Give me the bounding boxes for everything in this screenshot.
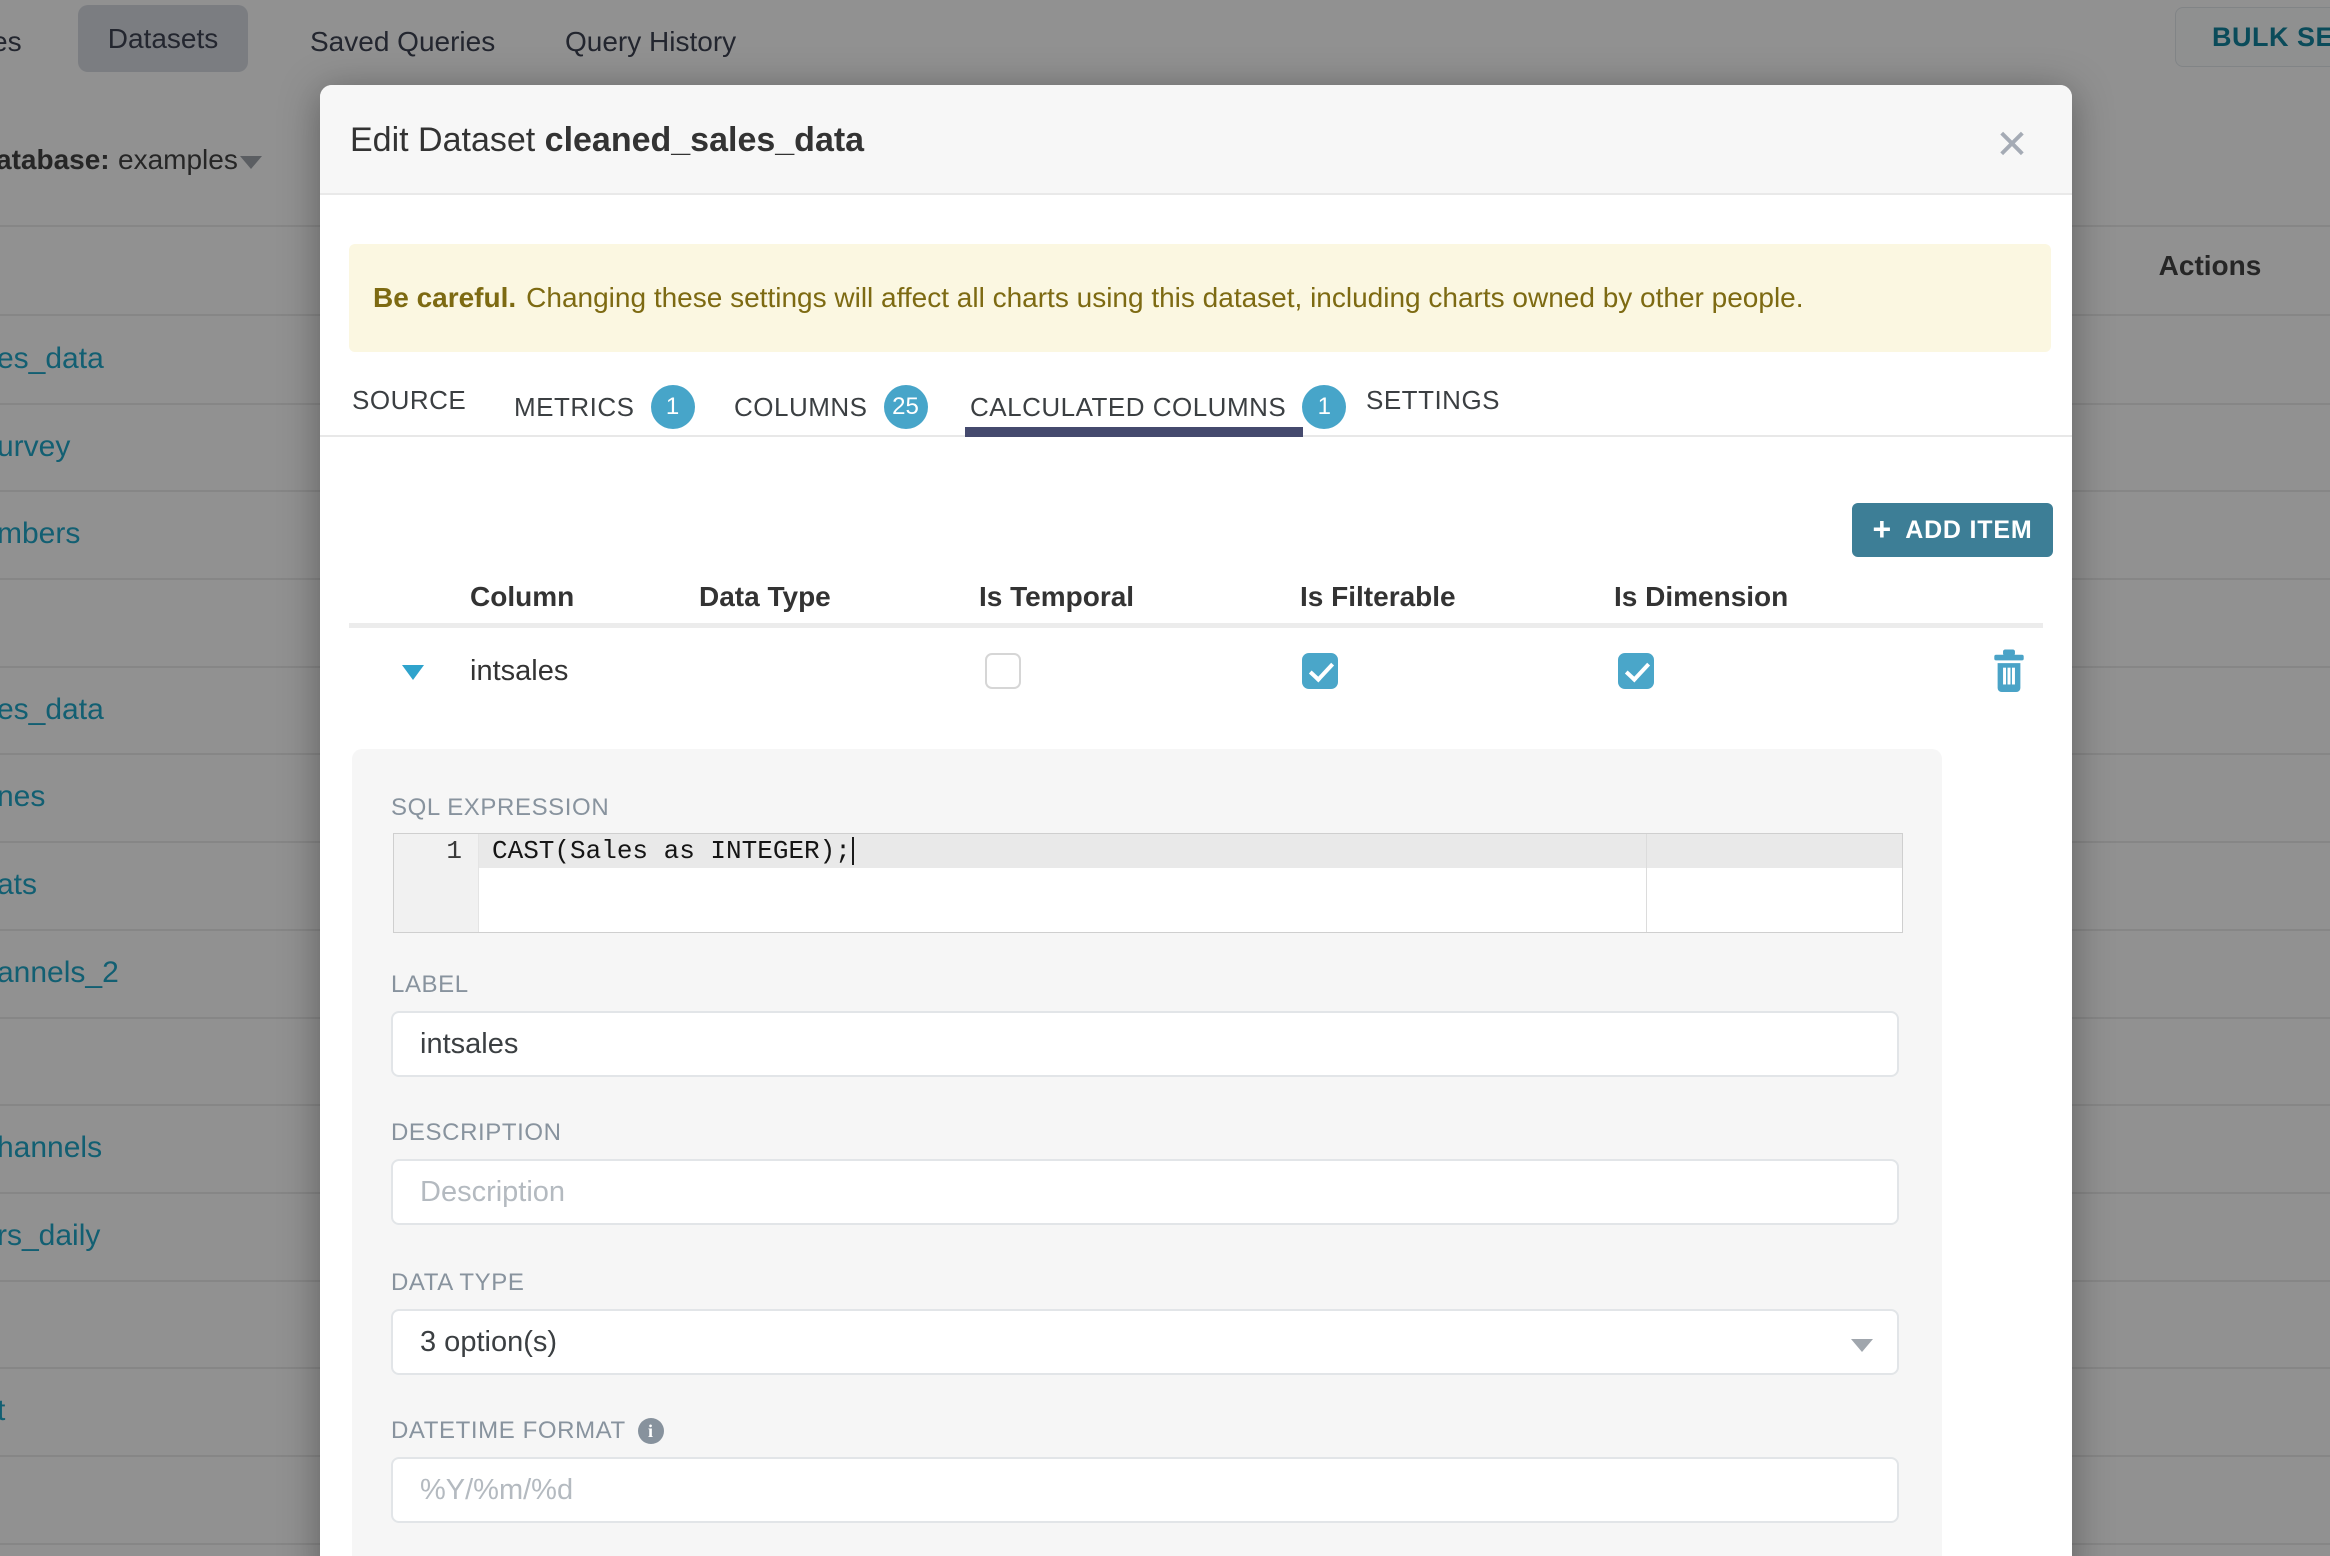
column-name: intsales bbox=[470, 655, 569, 687]
delete-icon[interactable] bbox=[1988, 647, 2030, 695]
modal-title: Edit Dataset cleaned_sales_data bbox=[350, 121, 864, 160]
sql-expression-label: SQL EXPRESSION bbox=[391, 794, 610, 821]
metrics-count-badge: 1 bbox=[650, 385, 695, 429]
col-header-is-filterable: Is Filterable bbox=[1300, 581, 1456, 612]
close-icon[interactable]: ✕ bbox=[1982, 115, 2042, 175]
tab-metrics[interactable]: METRICS 1 bbox=[514, 385, 695, 429]
add-item-button[interactable]: + ADD ITEM bbox=[1852, 503, 2053, 557]
datetime-format-field-label: DATETIME FORMAT i bbox=[391, 1417, 664, 1445]
label-input-value: intsales bbox=[420, 1027, 519, 1060]
label-input[interactable]: intsales bbox=[391, 1011, 1899, 1077]
plus-icon: + bbox=[1872, 510, 1892, 547]
sql-editor[interactable]: 1 CAST(Sales as INTEGER); bbox=[393, 833, 1903, 933]
tab-source[interactable]: SOURCE bbox=[352, 385, 466, 416]
editor-line-number: 1 bbox=[446, 836, 462, 866]
data-type-field-label: DATA TYPE bbox=[391, 1269, 525, 1296]
modal-header: Edit Dataset cleaned_sales_data ✕ bbox=[320, 85, 2072, 195]
screen: es Datasets Saved Queries Query History … bbox=[0, 0, 2330, 1556]
calculated-column-detail-panel: SQL EXPRESSION 1 CAST(Sales as INTEGER);… bbox=[352, 749, 1942, 1556]
modal-title-prefix: Edit Dataset bbox=[350, 121, 545, 159]
active-tab-indicator bbox=[965, 427, 1303, 437]
tab-calculated-columns[interactable]: CALCULATED COLUMNS 1 bbox=[970, 385, 1347, 429]
tab-settings-label: SETTINGS bbox=[1366, 385, 1501, 415]
tab-columns-label: COLUMNS bbox=[734, 391, 868, 422]
is-dimension-checkbox[interactable] bbox=[1618, 653, 1654, 689]
description-field-label: DESCRIPTION bbox=[391, 1119, 562, 1146]
editor-print-margin bbox=[1646, 834, 1647, 932]
col-header-is-dimension: Is Dimension bbox=[1614, 581, 1789, 612]
add-item-label: ADD ITEM bbox=[1905, 515, 2033, 544]
columns-count-badge: 25 bbox=[883, 385, 928, 429]
tab-metrics-label: METRICS bbox=[514, 391, 635, 422]
warning-text: Changing these settings will affect all … bbox=[526, 282, 1804, 313]
text-cursor bbox=[851, 837, 854, 866]
warning-bold: Be careful. bbox=[373, 282, 517, 313]
tab-settings[interactable]: SETTINGS bbox=[1366, 385, 1500, 416]
col-header-data-type: Data Type bbox=[699, 581, 831, 612]
chevron-down-icon bbox=[1851, 1339, 1873, 1352]
is-filterable-checkbox[interactable] bbox=[1302, 653, 1338, 689]
data-type-select[interactable]: 3 option(s) bbox=[391, 1309, 1899, 1375]
datetime-format-label-text: DATETIME FORMAT bbox=[391, 1417, 626, 1444]
modal-title-dataset-name: cleaned_sales_data bbox=[544, 121, 865, 159]
description-input[interactable]: Description bbox=[391, 1159, 1899, 1225]
warning-banner: Be careful. Changing these settings will… bbox=[349, 244, 2051, 352]
info-icon[interactable]: i bbox=[637, 1418, 664, 1444]
calculated-columns-count-badge: 1 bbox=[1302, 385, 1347, 429]
is-temporal-checkbox[interactable] bbox=[985, 653, 1021, 689]
datetime-format-placeholder: %Y/%m/%d bbox=[420, 1473, 574, 1506]
datetime-format-input[interactable]: %Y/%m/%d bbox=[391, 1457, 1899, 1523]
collapse-caret-icon[interactable] bbox=[402, 665, 424, 680]
tab-source-label: SOURCE bbox=[352, 385, 467, 415]
data-type-value: 3 option(s) bbox=[420, 1325, 558, 1358]
table-header-divider bbox=[349, 623, 2043, 628]
description-placeholder: Description bbox=[420, 1175, 566, 1208]
col-header-is-temporal: Is Temporal bbox=[979, 581, 1135, 612]
col-header-column: Column bbox=[470, 581, 575, 612]
label-field-label: LABEL bbox=[391, 971, 469, 998]
tab-calculated-columns-label: CALCULATED COLUMNS bbox=[970, 391, 1287, 422]
tab-columns[interactable]: COLUMNS 25 bbox=[734, 385, 928, 429]
sql-code-text: CAST(Sales as INTEGER); bbox=[492, 836, 851, 866]
edit-dataset-modal: Edit Dataset cleaned_sales_data ✕ Be car… bbox=[320, 85, 2072, 1556]
sql-code[interactable]: CAST(Sales as INTEGER); bbox=[492, 834, 854, 868]
